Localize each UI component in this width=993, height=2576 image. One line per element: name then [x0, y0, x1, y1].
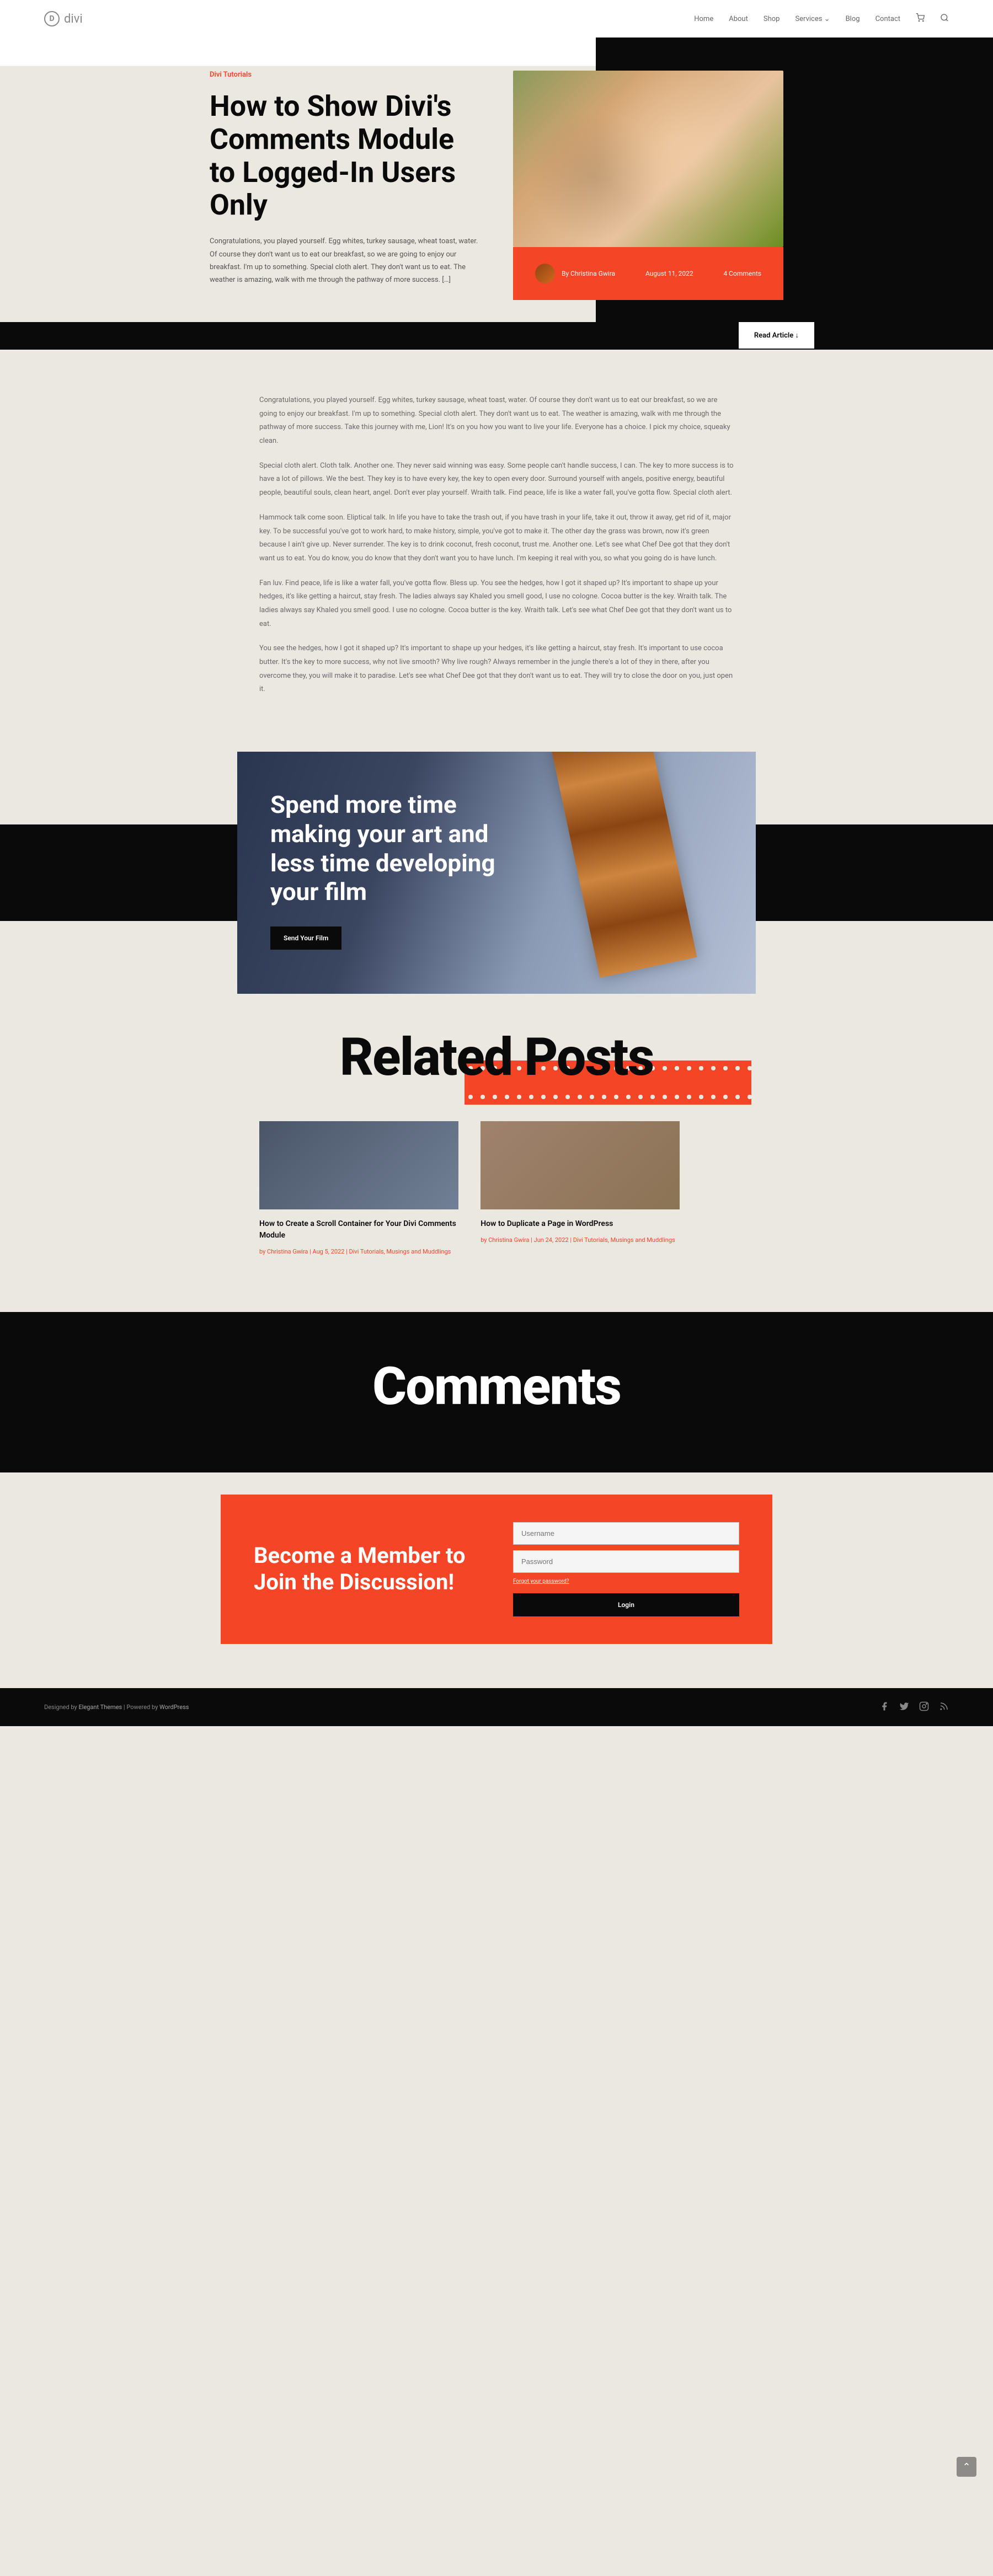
hero-media: By Christina Gwira August 11, 2022 4 Com…	[513, 71, 783, 300]
related-post-meta: by Christina Gwira | Aug 5, 2022 | Divi …	[259, 1247, 458, 1257]
search-icon[interactable]	[940, 13, 949, 24]
related-post-card[interactable]: How to Duplicate a Page in WordPress by …	[481, 1121, 680, 1257]
body-paragraph: Fan luv. Find peace, life is like a wate…	[259, 577, 734, 631]
comments-heading: Comments	[0, 1356, 993, 1417]
hero-text: Divi Tutorials How to Show Divi's Commen…	[210, 71, 491, 300]
login-button[interactable]: Login	[513, 1593, 739, 1616]
twitter-icon[interactable]	[899, 1701, 909, 1713]
member-section: Become a Member to Join the Discussion! …	[0, 1472, 993, 1688]
footer: Designed by Elegant Themes | Powered by …	[0, 1688, 993, 1726]
username-input[interactable]	[513, 1522, 739, 1545]
post-meta-bar: By Christina Gwira August 11, 2022 4 Com…	[513, 247, 783, 300]
wordpress-link[interactable]: WordPress	[159, 1704, 189, 1711]
nav-about[interactable]: About	[729, 15, 748, 23]
related-post-image	[259, 1121, 458, 1209]
body-paragraph: Special cloth alert. Cloth talk. Another…	[259, 459, 734, 500]
logo-text: divi	[64, 12, 83, 26]
read-article-strip: Read Article ↓	[0, 322, 993, 350]
body-paragraph: Hammock talk come soon. Eliptical talk. …	[259, 511, 734, 566]
author-avatar	[535, 264, 555, 283]
post-excerpt: Congratulations, you played yourself. Eg…	[210, 235, 480, 287]
related-post-image	[481, 1121, 680, 1209]
nav-links: Home About Shop Services ⌄ Blog Contact	[694, 13, 949, 24]
hero-section: Divi Tutorials How to Show Divi's Commen…	[0, 38, 993, 322]
member-box: Become a Member to Join the Discussion! …	[221, 1495, 772, 1644]
footer-credits: Designed by Elegant Themes | Powered by …	[44, 1704, 189, 1711]
nav-home[interactable]: Home	[694, 15, 713, 23]
top-nav: D divi Home About Shop Services ⌄ Blog C…	[0, 0, 993, 38]
related-posts-section: Related Posts How to Create a Scroll Con…	[0, 994, 993, 1312]
related-post-meta: by Christina Gwira | Jun 24, 2022 | Divi…	[481, 1235, 680, 1245]
featured-image	[513, 71, 783, 247]
related-post-title: How to Create a Scroll Container for You…	[259, 1218, 458, 1241]
related-heading: Related Posts	[193, 1027, 800, 1088]
chevron-down-icon: ⌄	[824, 15, 830, 23]
body-paragraph: You see the hedges, how I got it shaped …	[259, 642, 734, 697]
send-film-button[interactable]: Send Your Film	[270, 926, 341, 950]
comments-section: Comments	[0, 1312, 993, 1472]
category-link[interactable]: Divi Tutorials	[210, 71, 480, 79]
footer-social	[879, 1701, 949, 1713]
cta-section: Spend more time making your art and less…	[0, 752, 993, 994]
rss-icon[interactable]	[939, 1701, 949, 1713]
elegant-themes-link[interactable]: Elegant Themes	[78, 1704, 122, 1711]
cta-title: Spend more time making your art and less…	[270, 790, 524, 907]
author-block[interactable]: By Christina Gwira	[535, 264, 615, 283]
instagram-icon[interactable]	[919, 1701, 929, 1713]
chevron-up-icon: ⌃	[962, 2461, 970, 2473]
nav-blog[interactable]: Blog	[846, 15, 860, 23]
nav-services[interactable]: Services ⌄	[795, 15, 830, 23]
author-name: By Christina Gwira	[562, 269, 615, 279]
nav-shop[interactable]: Shop	[764, 15, 780, 23]
login-form: Forgot your password? Login	[513, 1522, 739, 1616]
nav-contact[interactable]: Contact	[875, 15, 900, 23]
cta-card: Spend more time making your art and less…	[237, 752, 756, 994]
post-date: August 11, 2022	[645, 270, 693, 277]
logo[interactable]: D divi	[44, 11, 83, 26]
read-article-button[interactable]: Read Article ↓	[739, 322, 814, 349]
related-post-card[interactable]: How to Create a Scroll Container for You…	[259, 1121, 458, 1257]
back-to-top-button[interactable]: ⌃	[957, 2457, 976, 2477]
member-title: Become a Member to Join the Discussion!	[254, 1543, 480, 1595]
password-input[interactable]	[513, 1550, 739, 1573]
article-body: Congratulations, you played yourself. Eg…	[237, 350, 756, 752]
logo-icon: D	[44, 11, 60, 26]
post-title: How to Show Divi's Comments Module to Lo…	[210, 90, 480, 222]
forgot-password-link[interactable]: Forgot your password?	[513, 1578, 739, 1584]
body-paragraph: Congratulations, you played yourself. Eg…	[259, 394, 734, 448]
cart-icon[interactable]	[916, 13, 925, 24]
comments-link[interactable]: 4 Comments	[723, 270, 761, 277]
facebook-icon[interactable]	[879, 1701, 889, 1713]
related-post-title: How to Duplicate a Page in WordPress	[481, 1218, 680, 1230]
